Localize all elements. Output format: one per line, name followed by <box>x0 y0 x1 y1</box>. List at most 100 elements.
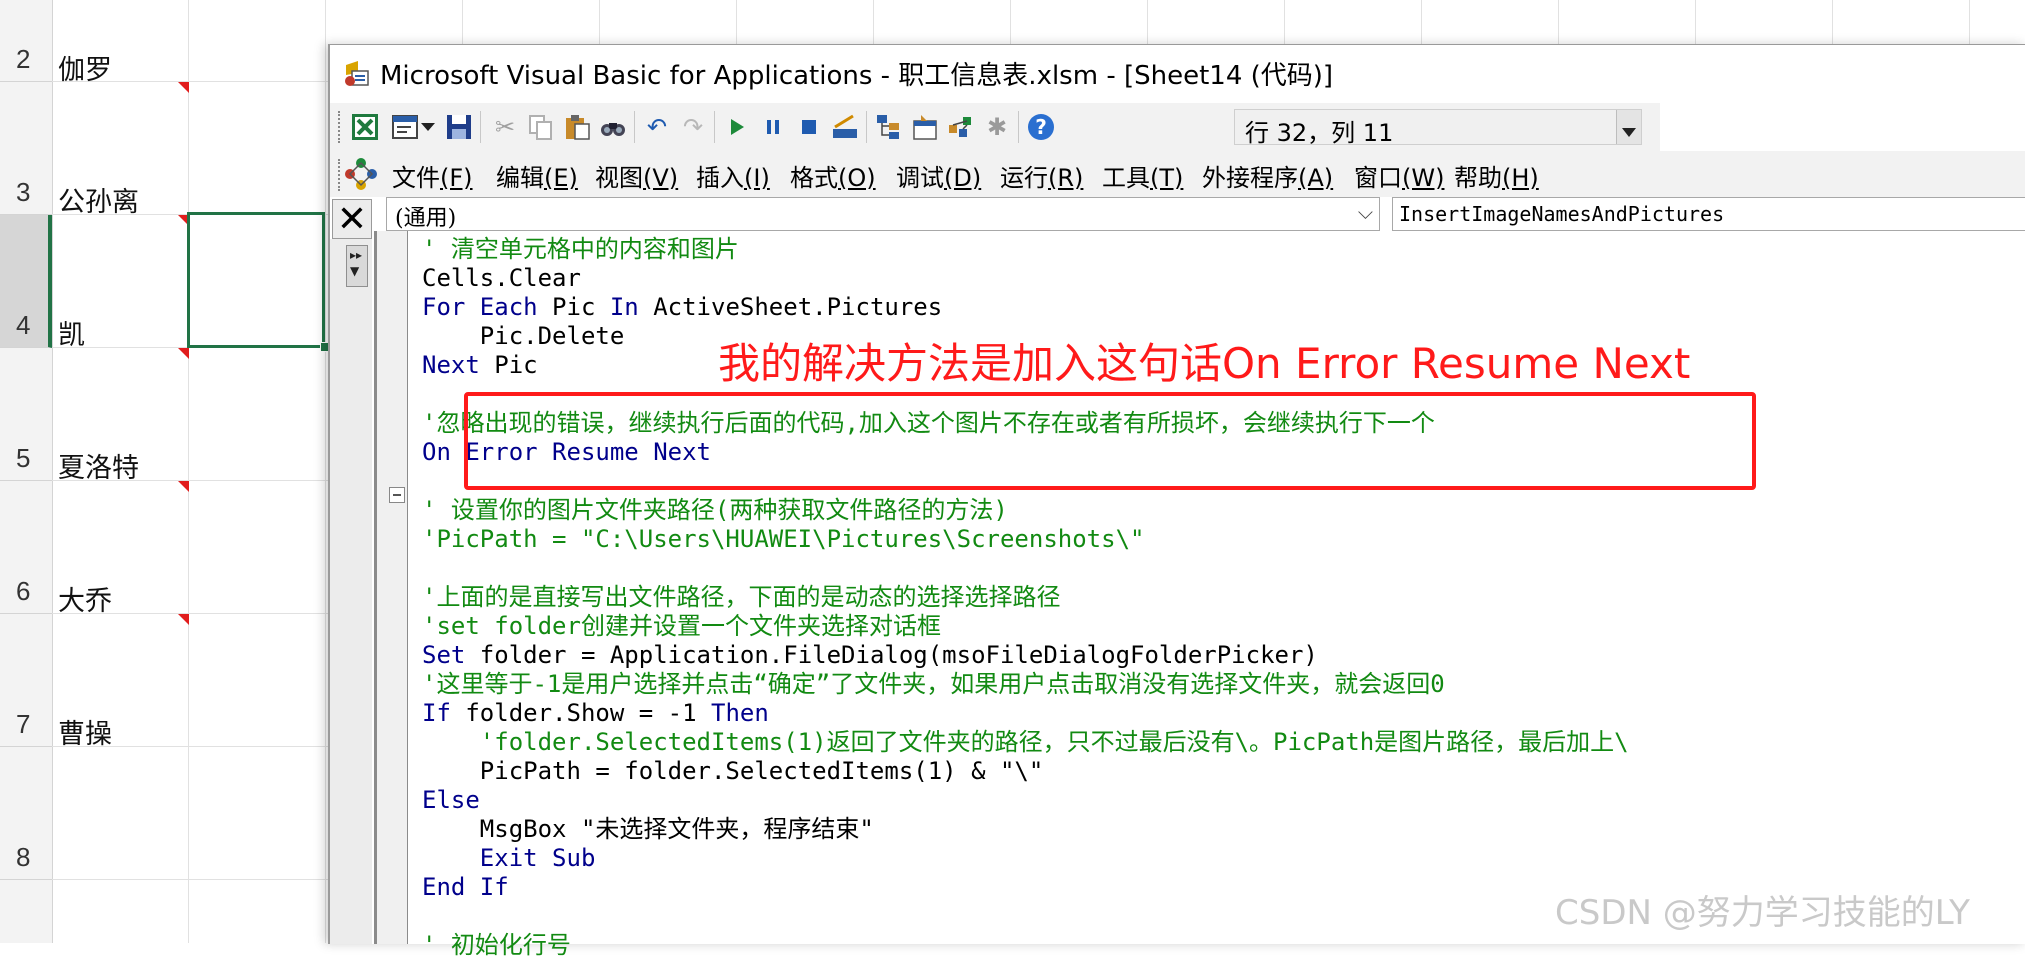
row-header-5[interactable]: 5 <box>0 348 52 481</box>
run-icon[interactable] <box>722 112 752 142</box>
collapse-icon[interactable] <box>389 487 405 503</box>
object-dropdown-value: (通用) <box>395 206 457 231</box>
code-line[interactable]: 'folder.SelectedItems(1)返回了文件夹的路径，只不过最后没… <box>422 728 1629 757</box>
code-line[interactable]: End If <box>422 873 509 902</box>
left-gutter <box>330 239 372 944</box>
toolbar-grip[interactable] <box>338 111 344 143</box>
menu-accelerator: (F) <box>440 164 473 192</box>
code-line[interactable]: ' 设置你的图片文件夹路径(两种获取文件路径的方法) <box>422 496 1008 525</box>
row-header-8[interactable]: 8 <box>0 747 52 880</box>
cell-name[interactable]: 大乔 <box>58 579 112 618</box>
view-excel-icon[interactable] <box>350 112 380 142</box>
close-code-window-button[interactable]: ✕ <box>332 199 372 240</box>
code-line[interactable]: Exit Sub <box>422 844 596 873</box>
code-line[interactable]: Pic.Delete <box>422 322 625 351</box>
comment-indicator[interactable] <box>178 348 189 359</box>
row-header-4[interactable]: 4 <box>0 215 52 348</box>
code-text: Pic <box>537 293 610 321</box>
code-line[interactable]: Cells.Clear <box>422 264 581 293</box>
cell-name[interactable]: 曹操 <box>58 712 112 751</box>
toolbox-icon[interactable]: ✱ <box>982 112 1012 142</box>
menu-label: 格式 <box>790 164 838 192</box>
menu-insert[interactable]: 插入(I) <box>696 158 770 193</box>
toolbar-separator <box>480 111 481 143</box>
code-line[interactable]: '这里等于-1是用户选择并点击“确定”了文件夹，如果用户点击取消没有选择文件夹，… <box>422 670 1445 699</box>
code-line[interactable]: Next Pic <box>422 351 538 380</box>
active-cell-border[interactable] <box>187 212 325 348</box>
menu-file[interactable]: 文件(F) <box>392 158 473 193</box>
comment-indicator[interactable] <box>178 614 189 625</box>
comment-indicator[interactable] <box>178 82 189 93</box>
code-text: folder.Show = -1 <box>450 699 711 727</box>
margin-indicator-bar[interactable] <box>374 231 408 944</box>
title-bar[interactable]: Microsoft Visual Basic for Applications … <box>330 45 2025 99</box>
code-line[interactable]: Else <box>422 786 480 815</box>
code-line[interactable]: PicPath = folder.SelectedItems(1) & "\" <box>422 757 1044 786</box>
design-mode-icon[interactable] <box>830 112 860 142</box>
menu-label: 编辑 <box>496 164 544 192</box>
menu-label: 工具 <box>1102 164 1150 192</box>
project-explorer-icon[interactable] <box>874 112 904 142</box>
row-header-3[interactable]: 3 <box>0 82 52 215</box>
code-line[interactable]: MsgBox "未选择文件夹，程序结束" <box>422 815 874 844</box>
row-headers: 2 3 4 5 6 7 8 <box>0 0 53 943</box>
menu-debug[interactable]: 调试(D) <box>896 158 981 193</box>
cut-icon[interactable]: ✂ <box>490 112 520 142</box>
paste-icon[interactable] <box>562 112 592 142</box>
pause-icon[interactable] <box>758 112 788 142</box>
menu-help[interactable]: 帮助(H) <box>1454 158 1539 193</box>
menu-window[interactable]: 窗口(W) <box>1354 158 1444 193</box>
menu-addins[interactable]: 外接程序(A) <box>1202 158 1333 193</box>
copy-icon[interactable] <box>526 112 556 142</box>
chevron-down-icon[interactable]: ⌵ <box>1358 200 1373 224</box>
code-line[interactable]: 'set folder创建并设置一个文件夹选择对话框 <box>422 612 941 641</box>
menu-accelerator: (A) <box>1298 164 1334 192</box>
object-browser-icon[interactable] <box>946 112 976 142</box>
code-line[interactable]: Set folder = Application.FileDialog(msoF… <box>422 641 1318 670</box>
properties-window-icon[interactable] <box>910 112 940 142</box>
cell-name[interactable]: 公孙离 <box>58 180 139 219</box>
undo-icon[interactable]: ↶ <box>642 112 672 142</box>
stop-icon[interactable] <box>794 112 824 142</box>
menu-run[interactable]: 运行(R) <box>1000 158 1083 193</box>
row-number: 4 <box>16 310 31 340</box>
code-line[interactable]: '上面的是直接写出文件路径，下面的是动态的选择选择路径 <box>422 583 1060 612</box>
chevron-down-icon[interactable] <box>418 112 438 142</box>
menu-format[interactable]: 格式(O) <box>790 158 876 193</box>
menu-tools[interactable]: 工具(T) <box>1102 158 1183 193</box>
code-line[interactable]: For Each Pic In ActiveSheet.Pictures <box>422 293 942 322</box>
code-line[interactable]: 'PicPath = "C:\Users\HUAWEI\Pictures\Scr… <box>422 525 1144 554</box>
procedure-dropdown[interactable]: InsertImageNamesAndPictures <box>1392 197 2025 231</box>
menu-label: 文件 <box>392 164 440 192</box>
code-keyword: In <box>609 293 639 321</box>
find-icon[interactable] <box>598 112 628 142</box>
menu-accelerator: (W) <box>1402 164 1445 192</box>
redo-icon[interactable]: ↷ <box>678 112 708 142</box>
menu-label: 外接程序 <box>1202 164 1298 192</box>
row-header-2[interactable]: 2 <box>0 0 52 82</box>
cell-name[interactable]: 伽罗 <box>58 48 112 87</box>
menu-edit[interactable]: 编辑(E) <box>496 158 578 193</box>
standard-toolbar: ✂ ↶ ↷ ✱ ? 行 32，列 11 <box>330 103 1660 151</box>
code-line[interactable]: ' 初始化行号 <box>422 931 571 960</box>
object-dropdown[interactable]: (通用) ⌵ <box>386 197 1380 231</box>
split-bar-handle[interactable]: ▸▸ ▼ <box>346 245 368 287</box>
row-header-7[interactable]: 7 <box>0 614 52 747</box>
toolbar-overflow-button[interactable] <box>1616 110 1641 144</box>
row-header-6[interactable]: 6 <box>0 481 52 614</box>
menu-view[interactable]: 视图(V) <box>595 158 678 193</box>
cell-name[interactable]: 夏洛特 <box>58 446 139 485</box>
comment-indicator[interactable] <box>178 481 189 492</box>
code-line[interactable]: If folder.Show = -1 Then <box>422 699 769 728</box>
menu-accelerator: (T) <box>1150 164 1184 192</box>
menu-label: 窗口 <box>1354 164 1402 192</box>
cell-name[interactable]: 凯 <box>58 313 85 352</box>
help-icon[interactable]: ? <box>1026 112 1056 142</box>
code-line[interactable]: ' 清空单元格中的内容和图片 <box>422 235 739 264</box>
code-keyword: For Each <box>422 293 538 321</box>
vba-menu-icon[interactable] <box>344 157 378 191</box>
save-icon[interactable] <box>444 112 474 142</box>
toolbar-separator <box>634 111 635 143</box>
insert-userform-icon[interactable] <box>390 112 420 142</box>
row-number: 3 <box>16 177 31 207</box>
